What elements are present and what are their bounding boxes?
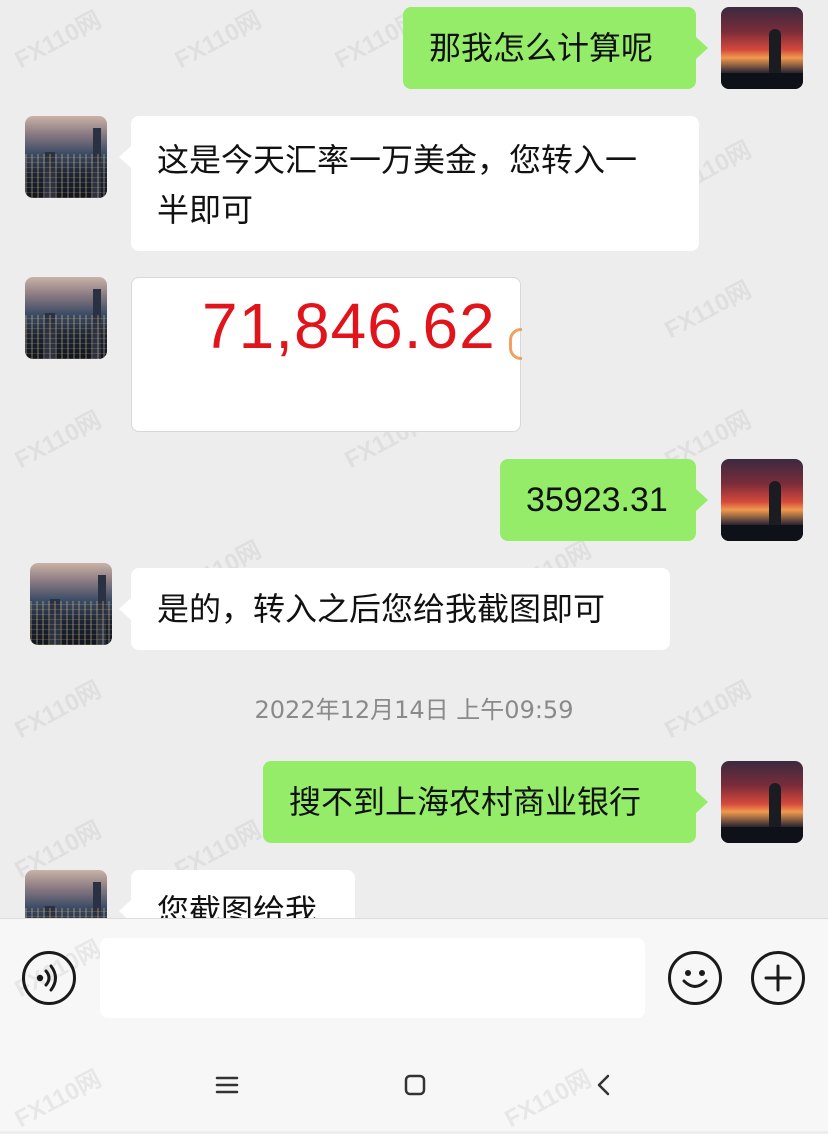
menu-icon[interactable]	[207, 1065, 247, 1105]
contact-avatar[interactable]	[25, 870, 107, 918]
message-text: 这是今天汇率一万美金，您转入一	[157, 141, 638, 179]
message-input[interactable]	[100, 938, 645, 1018]
message-bubble-incoming[interactable]: 这是今天汇率一万美金，您转入一 半即可	[119, 116, 699, 251]
back-icon[interactable]	[584, 1065, 624, 1105]
cropped-glyph	[509, 328, 522, 360]
message-bubble-outgoing[interactable]: 35923.31	[500, 459, 708, 541]
message-text: 半即可	[157, 191, 254, 229]
message-bubble-incoming[interactable]: 是的，转入之后您给我截图即可	[119, 568, 670, 650]
image-message[interactable]: 71,846.62	[131, 277, 522, 432]
message-bubble-outgoing[interactable]: 那我怎么计算呢	[403, 7, 708, 89]
screenshot-amount: 71,846.62	[202, 290, 496, 362]
message-text: 搜不到上海农村商业银行	[289, 783, 642, 821]
watermark: FX110网	[660, 276, 756, 344]
home-icon[interactable]	[395, 1065, 435, 1105]
message-text: 35923.31	[526, 481, 668, 519]
watermark: FX110网	[170, 6, 266, 74]
watermark: FX110网	[10, 6, 106, 74]
message-text: 那我怎么计算呢	[429, 29, 654, 67]
chat-area[interactable]: FX110网 FX110网 FX110网 FX110网 FX110网 FX110…	[0, 0, 828, 918]
message-text: 是的，转入之后您给我截图即可	[157, 590, 606, 628]
emoji-icon[interactable]	[668, 951, 722, 1005]
message-bubble-outgoing[interactable]: 搜不到上海农村商业银行	[263, 761, 708, 843]
message-bubble-incoming[interactable]: 您截图给我	[119, 870, 355, 918]
watermark: FX110网	[10, 406, 106, 474]
message-timestamp: 2022年12月14日 上午09:59	[254, 696, 574, 724]
contact-avatar[interactable]	[25, 277, 107, 359]
contact-avatar[interactable]	[25, 116, 107, 198]
contact-avatar[interactable]	[30, 563, 112, 645]
plus-icon[interactable]	[751, 951, 805, 1005]
watermark: FX110网	[500, 1065, 596, 1133]
message-text: 您截图给我	[157, 892, 318, 918]
my-avatar[interactable]	[721, 459, 803, 541]
my-avatar[interactable]	[721, 761, 803, 843]
watermark: FX110网	[10, 1065, 106, 1133]
my-avatar[interactable]	[721, 7, 803, 89]
input-bar: FX110网 FX110网 FX110网	[0, 918, 828, 1133]
voice-icon[interactable]	[22, 951, 76, 1005]
